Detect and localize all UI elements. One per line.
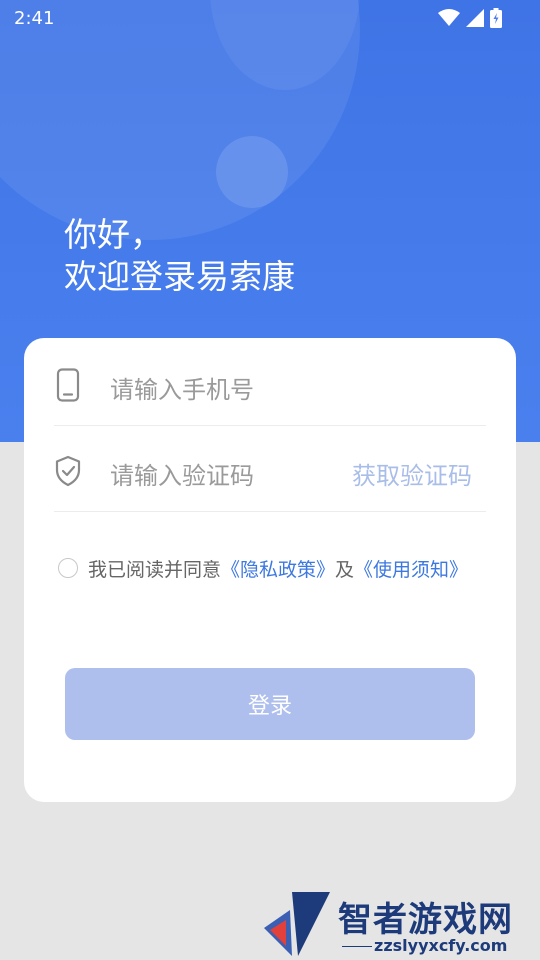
login-card: 请输入手机号 请输入验证码 获取验证码 我已阅读并同意 《隐私政策》 及 《使用… [24,338,516,802]
watermark-divider [342,946,372,947]
verification-code-input[interactable]: 请输入验证码 [110,456,254,491]
watermark-logo-icon [264,892,330,956]
welcome-greeting: 你好， 欢迎登录易索康 [64,214,295,298]
phone-field[interactable]: 请输入手机号 [54,344,486,426]
verification-code-field[interactable]: 请输入验证码 获取验证码 [54,430,486,512]
shield-check-icon [55,455,81,487]
decorative-circle [216,136,288,208]
agreement-connector: 及 [335,558,355,581]
phone-icon [56,368,80,402]
site-watermark: 智者游戏网 zzslyyxcfy.com [262,890,540,960]
battery-charging-icon [490,8,502,28]
wifi-icon [438,9,460,26]
status-bar: 2:41 [0,0,540,36]
greeting-line-hello: 你好， [64,215,163,254]
agreement-row: 我已阅读并同意 《隐私政策》 及 《使用须知》 [58,554,468,582]
get-code-button[interactable]: 获取验证码 [352,456,472,491]
agreement-radio[interactable] [58,558,78,578]
cellular-signal-icon [466,9,484,27]
watermark-title: 智者游戏网 [338,900,513,940]
phone-input[interactable]: 请输入手机号 [110,370,254,405]
status-time: 2:41 [14,8,55,29]
greeting-line-welcome: 欢迎登录易索康 [64,257,295,296]
terms-of-use-link[interactable]: 《使用须知》 [354,555,468,582]
privacy-policy-link[interactable]: 《隐私政策》 [221,555,335,582]
status-icons [438,8,502,28]
agreement-prefix: 我已阅读并同意 [88,558,222,581]
watermark-url: zzslyyxcfy.com [374,936,508,955]
login-button[interactable]: 登录 [65,668,475,740]
